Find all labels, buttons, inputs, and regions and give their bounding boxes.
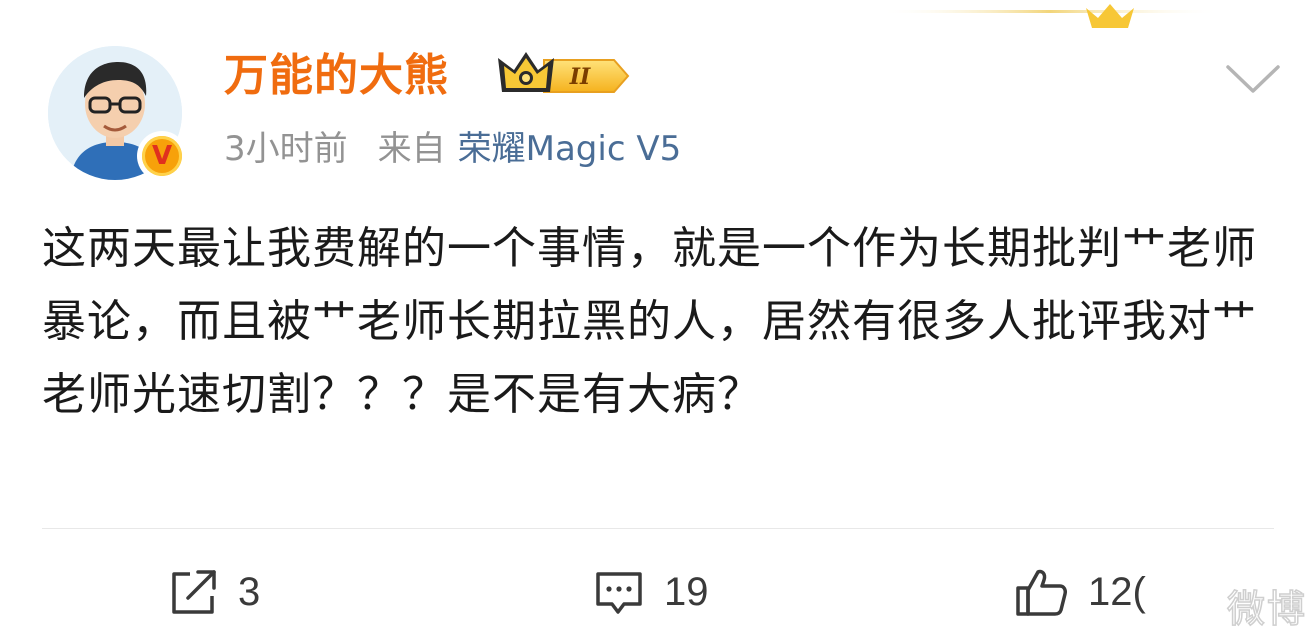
- thumbs-up-icon: [1016, 569, 1067, 616]
- author-name[interactable]: 万能的大熊: [224, 44, 449, 108]
- chevron-down-icon[interactable]: [1224, 62, 1282, 96]
- member-level-label: II: [569, 64, 591, 90]
- divider: [42, 528, 1274, 529]
- comment-count: 19: [664, 569, 709, 614]
- comment-button[interactable]: 19: [592, 560, 709, 624]
- post-time: 3小时前: [224, 129, 348, 169]
- comment-icon: [596, 572, 642, 614]
- like-button[interactable]: 12(: [1014, 560, 1146, 624]
- post-meta: 3小时前 来自 荣耀Magic V5: [224, 122, 681, 176]
- device-link[interactable]: 荣耀Magic V5: [458, 129, 682, 169]
- repost-button[interactable]: 3: [168, 560, 260, 624]
- verified-v-icon: V: [142, 136, 182, 176]
- top-crown-decoration: [880, 4, 1220, 28]
- verified-badge: V: [137, 131, 187, 181]
- watermark: 微博: [1226, 586, 1307, 632]
- member-crown-badge-icon[interactable]: II: [496, 46, 634, 104]
- like-count: 12(: [1088, 569, 1146, 614]
- post-content: 这两天最让我费解的一个事情，就是一个作为长期批判艹老师暴论，而且被艹老师长期拉黑…: [42, 223, 1257, 420]
- repost-icon: [172, 570, 216, 614]
- repost-count: 3: [238, 569, 261, 614]
- source-prefix: 来自: [377, 129, 446, 169]
